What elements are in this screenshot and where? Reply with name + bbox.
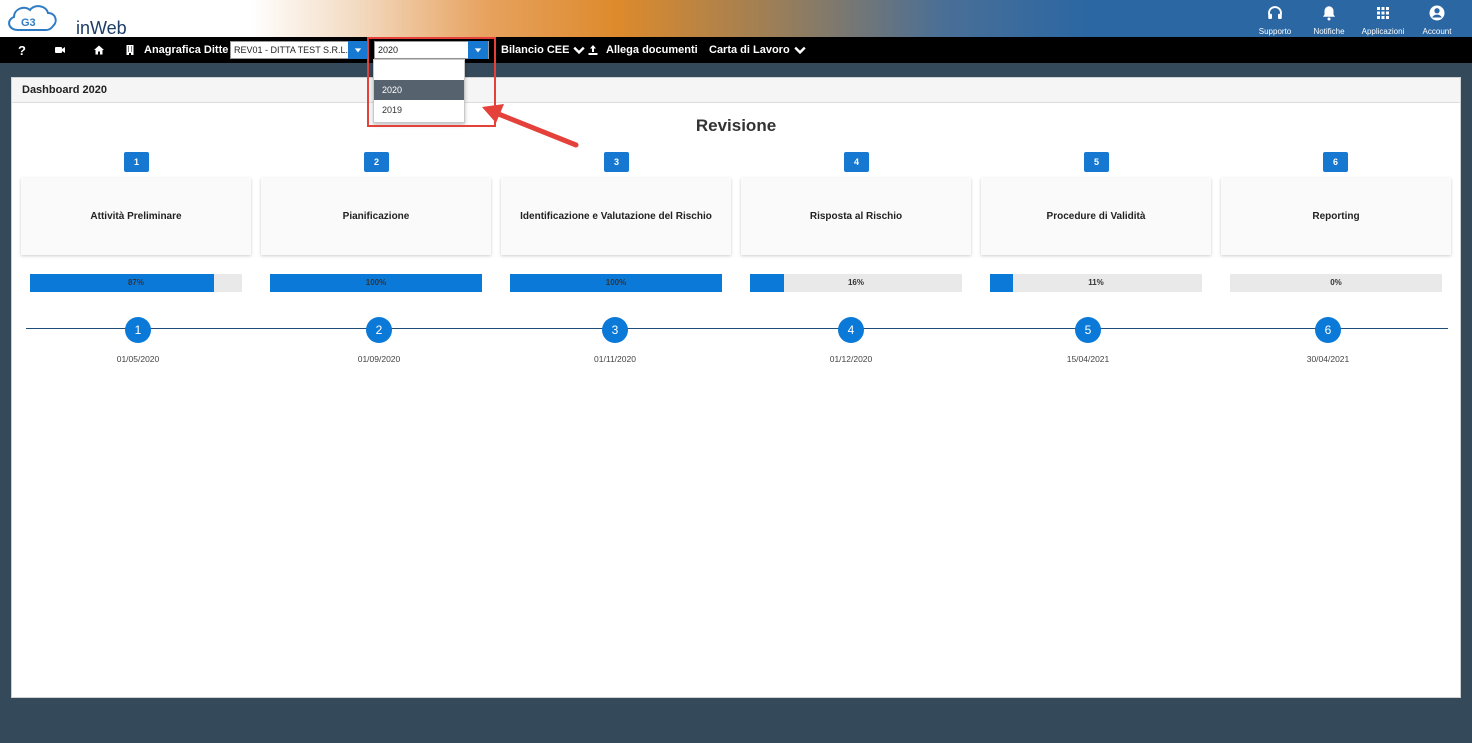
timeline-date: 01/09/2020 <box>357 354 401 364</box>
step-card-procedure-validita[interactable]: Procedure di Validità <box>981 178 1211 255</box>
chevron-down-icon <box>573 46 586 55</box>
panel-title: Revisione <box>695 116 777 135</box>
progress-bar: 16% <box>750 274 962 292</box>
headset-icon <box>1268 6 1282 19</box>
progress-bar: 0% <box>1230 274 1442 292</box>
year-option-2019[interactable]: 2019 <box>374 100 464 120</box>
progress-label: 11% <box>1088 278 1104 287</box>
app-logo[interactable]: G3 inWeb <box>4 2 127 38</box>
progress-bar: 87% <box>30 274 242 292</box>
video-button[interactable] <box>54 37 66 63</box>
header-actions: Supporto Notifiche Applicazioni Account <box>1248 0 1464 37</box>
step-card-risposta-rischio[interactable]: Risposta al Rischio <box>741 178 971 255</box>
timeline-milestone[interactable]: 2 <box>366 317 392 343</box>
year-dropdown-list: 2020 2019 <box>373 59 465 123</box>
company-select-toggle[interactable] <box>348 41 368 59</box>
company-select[interactable]: REV01 - DITTA TEST S.R.L. <box>230 41 369 59</box>
logo-badge: G3 <box>21 17 36 29</box>
timeline-line <box>26 328 1448 329</box>
progress-bar: 11% <box>990 274 1202 292</box>
bell-icon <box>1323 6 1335 21</box>
allega-documenti-button[interactable]: Allega documenti <box>587 37 698 63</box>
triangle-down-icon <box>474 48 482 53</box>
timeline-milestone[interactable]: 1 <box>125 317 151 343</box>
progress-bar: 100% <box>510 274 722 292</box>
company-select-value: REV01 - DITTA TEST S.R.L. <box>234 45 348 55</box>
step-card-label: Reporting <box>1312 211 1360 222</box>
supporto-button[interactable]: Supporto <box>1248 0 1302 37</box>
year-select-value: 2020 <box>378 45 399 55</box>
step-badge[interactable]: 3 <box>604 152 629 172</box>
video-camera-icon <box>55 47 65 53</box>
triangle-down-icon <box>354 48 362 53</box>
chevron-down-icon <box>794 46 806 55</box>
panel-header: Dashboard 2020 <box>12 78 1460 103</box>
step-badge[interactable]: 4 <box>844 152 869 172</box>
timeline-milestone[interactable]: 6 <box>1315 317 1341 343</box>
main-navbar: ? Anagrafica Ditte REV01 - DITTA TEST S.… <box>0 37 1472 63</box>
bilancio-cee-label: Bilancio CEE <box>501 44 570 56</box>
year-select[interactable]: 2020 <box>374 41 489 59</box>
progress-label: 100% <box>605 278 627 287</box>
step-card-label: Procedure di Validità <box>1046 211 1146 222</box>
timeline-date: 30/04/2021 <box>1306 354 1350 364</box>
home-icon <box>94 45 104 55</box>
home-button[interactable] <box>93 37 105 63</box>
notifiche-label: Notifiche <box>1313 27 1345 36</box>
progress-label: 87% <box>127 278 144 287</box>
progress-label: 0% <box>1330 278 1342 287</box>
step-card-label: Pianificazione <box>342 211 410 222</box>
timeline-milestone[interactable]: 5 <box>1075 317 1101 343</box>
logo-text: inWeb <box>76 18 127 38</box>
year-select-toggle[interactable] <box>468 41 488 59</box>
step-card-attivita-preliminare[interactable]: Attività Preliminare <box>21 178 251 255</box>
help-button[interactable]: ? <box>18 37 26 63</box>
user-circle-icon <box>1429 5 1445 21</box>
step-badge[interactable]: 2 <box>364 152 389 172</box>
progress-label: 16% <box>847 278 864 287</box>
step-card-label: Identificazione e Valutazione del Rischi… <box>520 211 712 222</box>
notifiche-button[interactable]: Notifiche <box>1302 0 1356 37</box>
step-card-label: Attività Preliminare <box>90 211 182 222</box>
timeline-milestone[interactable]: 4 <box>838 317 864 343</box>
cloud-logo-icon: G3 <box>8 5 57 31</box>
timeline-date: 15/04/2021 <box>1066 354 1110 364</box>
step-badge[interactable]: 6 <box>1323 152 1348 172</box>
carta-di-lavoro-menu[interactable]: Carta di Lavoro <box>709 37 806 63</box>
upload-icon <box>588 45 598 55</box>
applicazioni-label: Applicazioni <box>1361 27 1405 36</box>
step-card-reporting[interactable]: Reporting <box>1221 178 1451 255</box>
timeline-date: 01/12/2020 <box>829 354 873 364</box>
carta-di-lavoro-label: Carta di Lavoro <box>709 44 790 56</box>
step-card-pianificazione[interactable]: Pianificazione <box>261 178 491 255</box>
applicazioni-button[interactable]: Applicazioni <box>1356 0 1410 37</box>
help-label: ? <box>18 42 26 58</box>
dashboard-panel: Dashboard 2020 Revisione 1 2 3 4 5 6 Att… <box>11 77 1461 698</box>
allega-documenti-label: Allega documenti <box>606 44 698 56</box>
timeline-milestone[interactable]: 3 <box>602 317 628 343</box>
year-option-empty[interactable] <box>374 60 464 80</box>
top-header: G3 inWeb Supporto Notifiche Applicazioni… <box>0 0 1472 38</box>
account-button[interactable]: Account <box>1410 0 1464 37</box>
timeline-date: 01/11/2020 <box>594 354 636 364</box>
step-card-label: Risposta al Rischio <box>809 211 903 222</box>
anagrafica-ditte-link[interactable]: Anagrafica Ditte <box>124 37 228 63</box>
timeline-date: 01/05/2020 <box>116 354 160 364</box>
progress-label: 100% <box>365 278 387 287</box>
building-icon <box>126 45 134 55</box>
year-option-2020[interactable]: 2020 <box>374 80 464 100</box>
supporto-label: Supporto <box>1258 27 1292 36</box>
step-card-identificazione[interactable]: Identificazione e Valutazione del Rischi… <box>501 178 731 255</box>
bilancio-cee-menu[interactable]: Bilancio CEE <box>501 37 586 63</box>
step-badge[interactable]: 5 <box>1084 152 1109 172</box>
account-label: Account <box>1422 27 1452 36</box>
anagrafica-ditte-label: Anagrafica Ditte <box>144 44 229 56</box>
step-badge[interactable]: 1 <box>124 152 149 172</box>
grid-icon <box>1377 7 1389 19</box>
progress-bar: 100% <box>270 274 482 292</box>
